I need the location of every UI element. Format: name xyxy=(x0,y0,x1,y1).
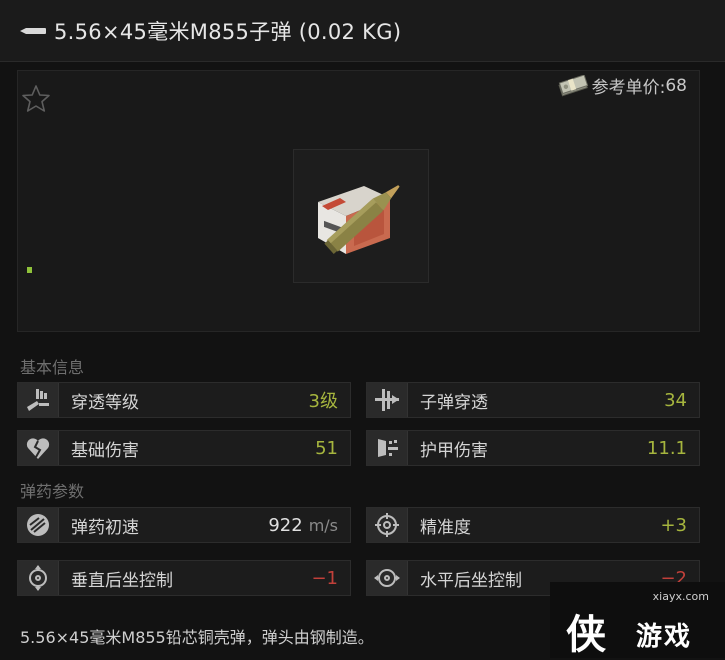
stat-value: 3级 xyxy=(308,391,338,412)
stat-label: 精准度 xyxy=(420,517,471,538)
item-preview-panel: 参考单价: 68 xyxy=(17,70,700,332)
site-watermark: xiayx.com 侠 游戏 xyxy=(550,582,725,658)
vertical-recoil-icon xyxy=(18,561,59,595)
bullet-penetration-icon xyxy=(367,383,408,417)
ammo-box-image xyxy=(318,185,400,254)
penetration-level-icon xyxy=(18,383,59,417)
stat-label: 子弹穿透 xyxy=(420,392,488,413)
watermark-url: xiayx.com xyxy=(652,590,709,603)
reference-price: 参考单价: 68 xyxy=(557,73,687,98)
broken-heart-icon xyxy=(18,431,59,465)
velocity-icon xyxy=(18,508,59,542)
price-value: 68 xyxy=(665,75,687,96)
stat-bullet-penetration: 子弹穿透 34 xyxy=(366,382,700,418)
item-title: 5.56×45毫米M855子弹 (0.02 KG) xyxy=(54,19,402,44)
price-label: 参考单价: xyxy=(591,78,666,98)
star-outline-icon[interactable] xyxy=(20,83,52,115)
crosshair-icon xyxy=(367,508,408,542)
section-ammo-params: 弹药参数 xyxy=(20,482,85,501)
stat-value: −1 xyxy=(311,567,338,589)
stat-label: 穿透等级 xyxy=(71,392,139,413)
stat-label: 垂直后坐控制 xyxy=(71,570,173,591)
title-bar: 5.56×45毫米M855子弹 (0.02 KG) xyxy=(0,0,725,62)
stat-value: 922 m/s xyxy=(268,515,338,536)
stat-armor-damage: 护甲伤害 11.1 xyxy=(366,430,700,466)
stat-value: 34 xyxy=(664,389,687,411)
stat-label: 基础伤害 xyxy=(71,440,139,461)
horizontal-recoil-icon xyxy=(367,561,408,595)
stat-value: +3 xyxy=(660,514,687,536)
bullet-icon xyxy=(20,27,46,34)
stat-label: 弹药初速 xyxy=(71,517,139,538)
stat-vertical-recoil: 垂直后坐控制 −1 xyxy=(17,560,351,596)
status-indicator xyxy=(27,267,32,273)
stat-base-damage: 基础伤害 51 xyxy=(17,430,351,466)
stat-label: 护甲伤害 xyxy=(420,440,488,461)
stat-accuracy: 精准度 +3 xyxy=(366,507,700,543)
item-image-frame xyxy=(293,149,429,283)
velocity-number: 922 xyxy=(268,514,303,536)
stat-value: 11.1 xyxy=(646,437,687,459)
stat-muzzle-velocity: 弹药初速 922 m/s xyxy=(17,507,351,543)
section-basic-info: 基本信息 xyxy=(20,358,85,377)
stat-value: 51 xyxy=(315,437,338,459)
money-bundle-icon xyxy=(558,74,588,96)
armor-damage-icon xyxy=(367,431,408,465)
velocity-unit: m/s xyxy=(308,515,338,535)
watermark-logo-char: 侠 xyxy=(566,612,606,658)
watermark-logo-text: 游戏 xyxy=(636,622,693,652)
stat-penetration-level: 穿透等级 3级 xyxy=(17,382,351,418)
item-description: 5.56×45毫米M855铅芯铜壳弹，弹头由钢制造。 xyxy=(20,628,374,647)
